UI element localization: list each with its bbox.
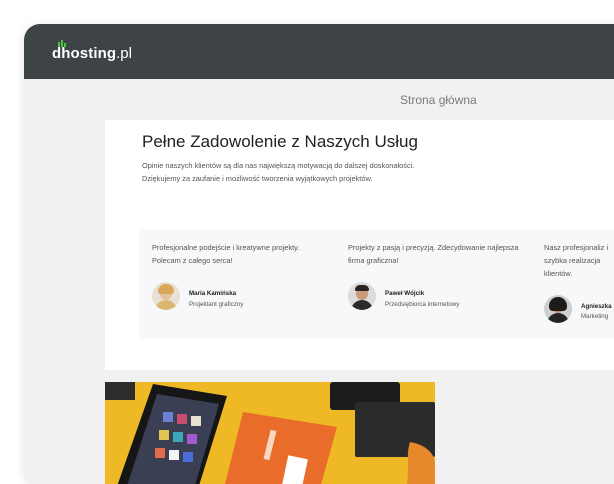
testimonials-section: Pełne Zadowolenie z Naszych Usług Opinie… (105, 120, 614, 370)
avatar (544, 295, 572, 323)
review-text: Nasz profesjonaliz i szybka realizacja k… (544, 243, 609, 278)
hero-photo (105, 382, 435, 484)
logo-wordmark: dhosting (52, 40, 117, 62)
avatar (348, 282, 376, 310)
logo-bars-icon (58, 40, 66, 47)
reviews-carousel[interactable]: Profesjonalne podejście i kreatywne proj… (139, 230, 614, 339)
review-author-role: Przedsiębiorca internetowy (385, 301, 460, 308)
review-text: Profesjonalne podejście i kreatywne proj… (152, 243, 300, 265)
dhosting-logo[interactable]: dhosting .pl (52, 40, 132, 62)
avatar (152, 282, 180, 310)
review-author-role: Projektant graficzny (189, 301, 244, 308)
review-author-role: Marketing (581, 313, 609, 320)
logo-tld: .pl (116, 45, 132, 62)
review-author-name: Agnieszka (581, 303, 612, 310)
section-description: Opinie naszych klientów są dla nas najwi… (142, 161, 415, 183)
breadcrumb-home[interactable]: Strona główna (400, 93, 477, 107)
top-navigation-bar: dhosting .pl (24, 24, 614, 79)
review-text: Projekty z pasją i precyzją. Zdecydowani… (348, 243, 519, 265)
logo-name: dhosting (52, 45, 117, 62)
review-author-name: Maria Kamińska (189, 290, 237, 297)
section-title: Pełne Zadowolenie z Naszych Usług (142, 132, 418, 151)
phone-and-book-image (105, 382, 435, 484)
review-author-name: Paweł Wójcik (385, 290, 425, 297)
browser-window: dhosting .pl Strona główna Pełne Zadowol… (24, 24, 614, 484)
